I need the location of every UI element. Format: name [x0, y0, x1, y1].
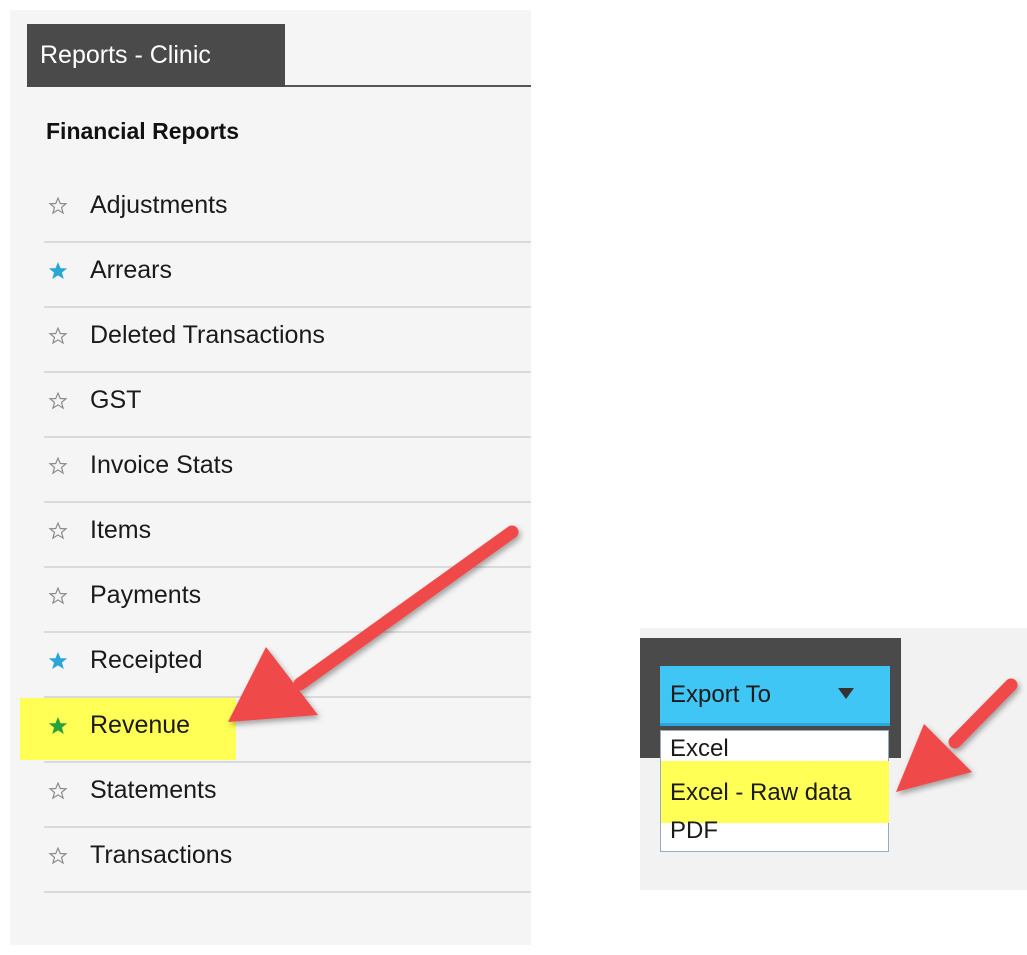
star-outline-icon[interactable]	[48, 196, 68, 216]
star-filled-icon[interactable]	[48, 716, 68, 736]
export-option-pdf[interactable]: PDF	[670, 817, 718, 845]
star-filled-icon[interactable]	[48, 261, 68, 281]
export-to-button[interactable]: Export To	[660, 666, 890, 726]
caret-down-icon	[838, 688, 854, 699]
report-item-label: Arrears	[90, 256, 172, 284]
report-item-revenue[interactable]: Revenue	[20, 698, 531, 763]
star-shape-outline	[48, 586, 68, 605]
report-item-label: Deleted Transactions	[90, 321, 325, 349]
star-outline-icon[interactable]	[48, 521, 68, 541]
star-outline-icon[interactable]	[48, 326, 68, 346]
star-outline-icon[interactable]	[48, 781, 68, 801]
reports-panel: Reports - Clinic Financial Reports Adjus…	[10, 10, 531, 945]
report-item-label: GST	[90, 386, 142, 414]
tab-divider	[285, 85, 531, 87]
star-outline-icon[interactable]	[48, 586, 68, 606]
report-item-label: Adjustments	[90, 191, 228, 219]
star-shape-filled	[48, 261, 68, 280]
report-list: Adjustments Arrears Deleted Transactions…	[20, 178, 531, 893]
section-title: Financial Reports	[46, 118, 239, 144]
export-option-excel[interactable]: Excel	[670, 735, 729, 763]
star-shape-outline	[48, 456, 68, 475]
report-item-invoice-stats[interactable]: Invoice Stats	[44, 438, 531, 503]
report-item-label: Transactions	[90, 841, 233, 869]
star-shape-outline	[48, 391, 68, 410]
star-outline-icon[interactable]	[48, 456, 68, 476]
report-item-label: Receipted	[90, 646, 203, 674]
report-item-deleted-transactions[interactable]: Deleted Transactions	[44, 308, 531, 373]
report-item-receipted[interactable]: Receipted	[44, 633, 531, 698]
star-outline-icon[interactable]	[48, 846, 68, 866]
export-panel: Export To Excel Excel - Raw data PDF	[640, 628, 1027, 890]
report-item-label: Items	[90, 516, 152, 544]
star-shape-outline	[48, 521, 68, 540]
report-item-label: Statements	[90, 776, 217, 804]
star-filled-icon[interactable]	[48, 651, 68, 671]
star-shape-outline	[48, 326, 68, 345]
export-dropdown-menu: Excel Excel - Raw data PDF	[660, 730, 889, 852]
tab-reports-clinic[interactable]: Reports - Clinic	[27, 24, 285, 87]
report-item-transactions[interactable]: Transactions	[44, 828, 531, 893]
report-item-statements[interactable]: Statements	[44, 763, 531, 828]
report-item-label: Payments	[90, 581, 202, 609]
star-shape-outline	[48, 781, 68, 800]
star-shape-outline	[48, 846, 68, 865]
star-shape-filled	[48, 716, 68, 735]
report-item-payments[interactable]: Payments	[44, 568, 531, 633]
report-item-label: Invoice Stats	[90, 451, 234, 479]
star-shape-filled	[48, 651, 68, 670]
report-item-arrears[interactable]: Arrears	[44, 243, 531, 308]
export-option-excel-raw-data[interactable]: Excel - Raw data	[670, 779, 851, 807]
report-item-label: Revenue	[90, 711, 191, 739]
report-item-items[interactable]: Items	[44, 503, 531, 568]
report-item-gst[interactable]: GST	[44, 373, 531, 438]
star-shape-outline	[48, 196, 68, 215]
star-outline-icon[interactable]	[48, 391, 68, 411]
export-to-label: Export To	[670, 681, 771, 708]
report-item-adjustments[interactable]: Adjustments	[44, 178, 531, 243]
